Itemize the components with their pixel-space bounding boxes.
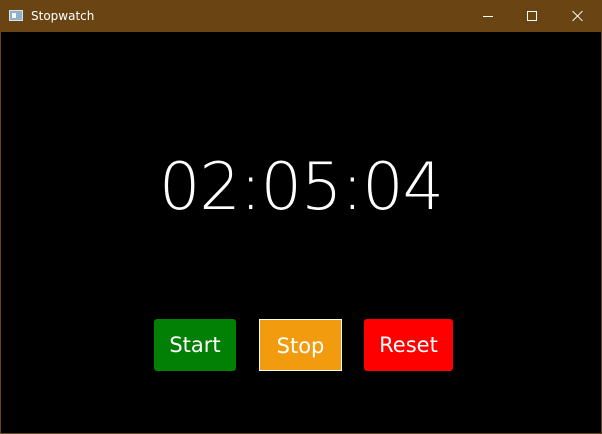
maximize-icon — [527, 11, 537, 21]
close-button[interactable] — [555, 1, 601, 32]
reset-button[interactable]: Reset — [364, 319, 453, 371]
minimize-icon — [483, 16, 493, 17]
stopwatch-window-icon — [9, 10, 23, 21]
stopwatch-window: Stopwatch 02:05:04 Start Stop Reset — [0, 0, 602, 434]
minimize-button[interactable] — [465, 1, 511, 32]
elapsed-time-display: 02:05:04 — [159, 150, 444, 225]
maximize-button[interactable] — [509, 1, 555, 32]
window-title: Stopwatch — [31, 9, 95, 23]
title-bar[interactable]: Stopwatch — [1, 1, 601, 32]
stop-button[interactable]: Stop — [259, 319, 342, 371]
close-icon — [572, 10, 584, 22]
stopwatch-content: 02:05:04 Start Stop Reset — [1, 32, 601, 433]
start-button[interactable]: Start — [154, 319, 236, 371]
